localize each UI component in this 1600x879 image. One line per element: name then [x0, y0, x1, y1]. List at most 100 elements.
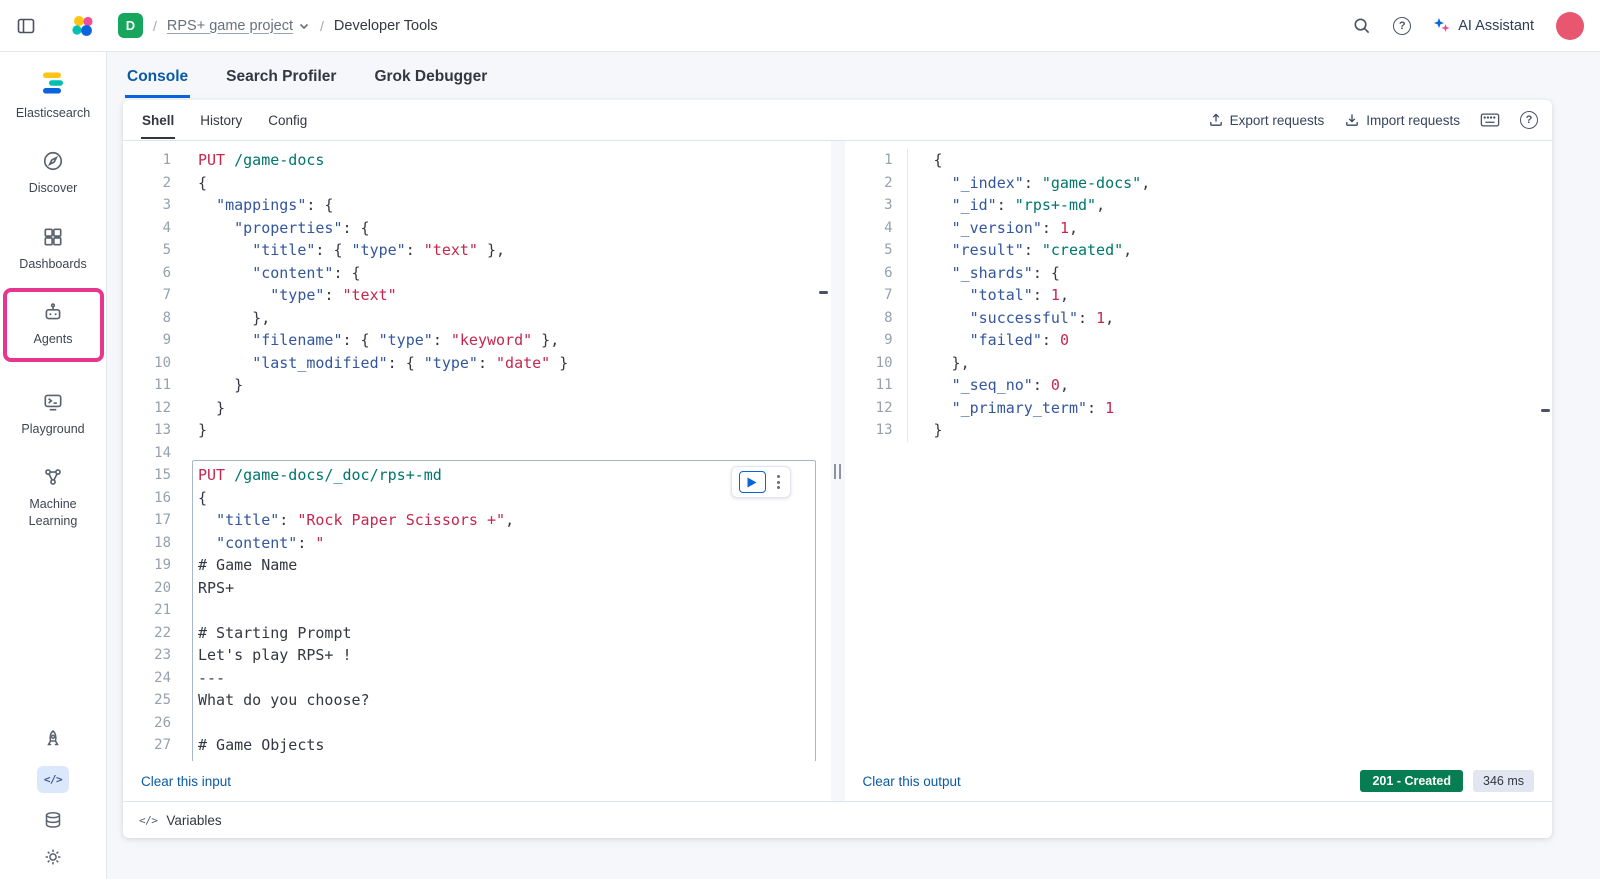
- shortcuts-button[interactable]: [1480, 112, 1500, 128]
- code-line[interactable]: 2 "_index": "game-docs",: [845, 171, 1553, 194]
- breadcrumb-separator: /: [320, 17, 324, 34]
- line-number: 2: [162, 174, 171, 191]
- code-line[interactable]: 6 "content": {: [123, 262, 831, 285]
- code-line[interactable]: 4 "_version": 1,: [845, 216, 1553, 239]
- line-number: 3: [884, 197, 893, 213]
- code-line[interactable]: 7 "type": "text": [123, 284, 831, 307]
- panel-resize-toggle-right[interactable]: [1541, 409, 1550, 412]
- line-number: 4: [884, 219, 893, 236]
- line-number: 9: [162, 332, 171, 348]
- code-line[interactable]: 6 "_shards": {: [845, 261, 1553, 284]
- code-line[interactable]: 11 "_seq_no": 0,: [845, 374, 1553, 397]
- export-requests-button[interactable]: Export requests: [1208, 112, 1324, 128]
- line-number: 26: [154, 714, 171, 731]
- sidebar-item-label: Playground: [21, 422, 85, 436]
- tab-console[interactable]: Console: [125, 56, 191, 98]
- panel-resize-toggle-left[interactable]: [818, 291, 828, 294]
- line-number: 6: [884, 264, 893, 281]
- code-line[interactable]: 4 "properties": {: [123, 217, 831, 240]
- line-number: 11: [875, 377, 893, 393]
- database-button[interactable]: [43, 810, 63, 830]
- code-line[interactable]: 10 "last_modified": { "type": "date" }: [123, 352, 831, 375]
- code-line[interactable]: 13}: [123, 419, 831, 442]
- code-line[interactable]: 2{: [123, 172, 831, 195]
- code-icon: </>: [43, 773, 63, 786]
- console-output-editor[interactable]: 1{2 "_index": "game-docs", 3 "_id": "rps+…: [845, 141, 1553, 761]
- code-line[interactable]: 3 "mappings": {: [123, 194, 831, 217]
- line-number: 13: [154, 422, 171, 438]
- help-button[interactable]: ?: [1393, 16, 1412, 35]
- code-line[interactable]: 12 "_primary_term": 1: [845, 396, 1553, 419]
- request-menu-button[interactable]: [774, 472, 783, 492]
- rocket-icon: [43, 729, 63, 749]
- tab-search-profiler[interactable]: Search Profiler: [224, 56, 338, 98]
- discover-icon: [42, 150, 64, 172]
- breadcrumb-project-label: RPS+ game project: [166, 17, 294, 34]
- tab-grok-debugger[interactable]: Grok Debugger: [372, 56, 489, 98]
- code-line[interactable]: 5 "title": { "type": "text" },: [123, 239, 831, 262]
- ai-assistant-button[interactable]: AI Assistant: [1433, 17, 1534, 35]
- code-line[interactable]: 7 "total": 1,: [845, 284, 1553, 307]
- code-icon: </>: [139, 813, 158, 827]
- line-number: 3: [162, 197, 171, 213]
- code-line[interactable]: 9 "failed": 0: [845, 329, 1553, 352]
- ai-assistant-icon: [1433, 17, 1451, 35]
- response-time-badge: 346 ms: [1473, 770, 1534, 792]
- send-request-button[interactable]: [738, 471, 766, 493]
- subtab-shell[interactable]: Shell: [141, 101, 176, 139]
- clear-output-link[interactable]: Clear this output: [863, 774, 961, 789]
- settings-button[interactable]: [43, 847, 63, 867]
- splitter-grip-icon: [834, 463, 841, 479]
- line-number: 20: [154, 579, 171, 596]
- editor-splitter[interactable]: [830, 141, 845, 801]
- sidebar-item-playground[interactable]: Playground: [0, 391, 106, 437]
- line-number: 7: [884, 287, 893, 303]
- nav-toggle-button[interactable]: [16, 16, 36, 36]
- response-status-badge: 201 - Created: [1360, 770, 1463, 792]
- variables-accordion[interactable]: </> Variables: [123, 801, 1552, 838]
- code-line[interactable]: 8 },: [123, 307, 831, 330]
- search-button[interactable]: [1352, 16, 1371, 35]
- code-line[interactable]: 8 "successful": 1,: [845, 306, 1553, 329]
- console-help-button[interactable]: ?: [1520, 111, 1538, 129]
- dashboards-icon: [42, 226, 64, 248]
- elastic-logo[interactable]: [70, 13, 96, 39]
- devtools-code-button[interactable]: </>: [37, 766, 69, 793]
- code-line[interactable]: 1 PUT /game-docs: [123, 149, 831, 172]
- line-number: 23: [154, 647, 171, 663]
- console-input-editor[interactable]: 1 PUT /game-docs 2{3 "mappings": {4 "prope…: [123, 141, 831, 761]
- sidebar-product[interactable]: Elasticsearch: [16, 68, 90, 121]
- code-line[interactable]: 11 }: [123, 374, 831, 397]
- clear-input-link[interactable]: Clear this input: [141, 774, 231, 789]
- line-number: 1: [162, 152, 171, 168]
- sidebar-item-machine-learning[interactable]: Machine Learning: [0, 466, 106, 529]
- sidebar-item-agents[interactable]: Agents: [7, 301, 100, 347]
- user-avatar[interactable]: [1556, 11, 1584, 40]
- space-badge[interactable]: D: [118, 13, 143, 38]
- import-requests-button[interactable]: Import requests: [1344, 112, 1460, 128]
- gear-icon: [43, 847, 63, 867]
- breadcrumb-project[interactable]: RPS+ game project: [167, 18, 310, 34]
- breadcrumb-separator: /: [153, 17, 157, 34]
- code-line[interactable]: 12 }: [123, 397, 831, 420]
- code-line[interactable]: 1{: [845, 149, 1553, 172]
- rocket-button[interactable]: [43, 729, 63, 749]
- sidebar-item-discover[interactable]: Discover: [0, 150, 106, 196]
- nav-toggle-icon: [16, 16, 36, 36]
- database-icon: [43, 810, 63, 830]
- subtab-history[interactable]: History: [199, 101, 243, 139]
- line-number: 12: [154, 399, 171, 416]
- code-line[interactable]: 5 "result": "created",: [845, 239, 1553, 262]
- line-number: 11: [154, 377, 171, 393]
- sidebar-item-label: Agents: [33, 331, 73, 346]
- code-line[interactable]: 10 },: [845, 351, 1553, 374]
- devtools-tabs: Console Search Profiler Grok Debugger: [123, 52, 1552, 98]
- code-line[interactable]: 3 "_id": "rps+-md",: [845, 194, 1553, 217]
- line-number: 9: [884, 332, 893, 348]
- code-line[interactable]: 13}: [845, 419, 1553, 442]
- line-number: 21: [154, 602, 171, 618]
- output-footer: Clear this output 201 - Created 346 ms: [845, 761, 1553, 801]
- subtab-config[interactable]: Config: [267, 101, 308, 139]
- code-line[interactable]: 9 "filename": { "type": "keyword" },: [123, 329, 831, 352]
- sidebar-item-dashboards[interactable]: Dashboards: [0, 226, 106, 272]
